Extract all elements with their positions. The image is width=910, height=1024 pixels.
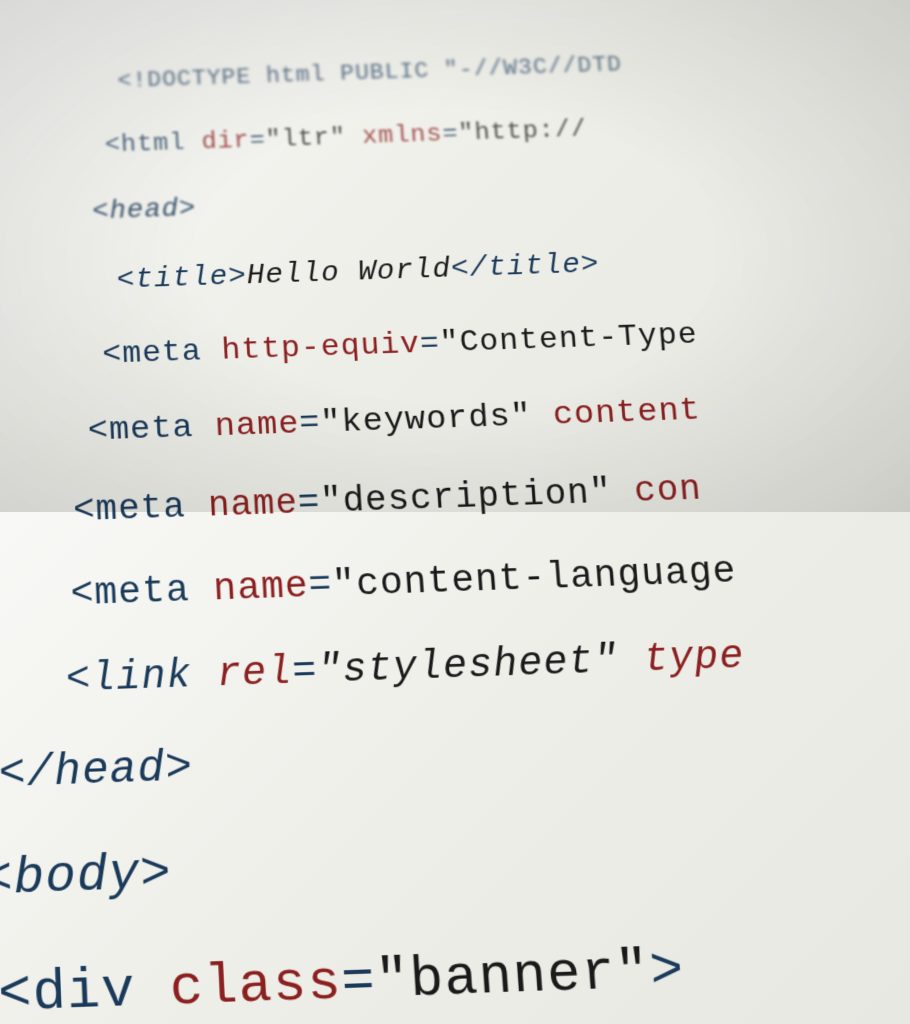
code-line-head-close: </head>: [0, 714, 910, 805]
code-photograph: <!DOCTYPE html PUBLIC "-//W3C//DTD <html…: [0, 0, 910, 1024]
code-line-link-stylesheet: <link rel="stylesheet" type: [65, 626, 910, 708]
code-line-div-banner: <div class="banner">: [0, 925, 910, 1024]
code-line-body-open: <body>: [0, 813, 910, 914]
code-line-doctype: <!DOCTYPE html PUBLIC "-//W3C//DTD: [117, 43, 860, 96]
code-line-meta-http-equiv: <meta http-equiv="Content-Type: [102, 309, 888, 375]
code-line-title: <title>Hello World</title>: [116, 238, 880, 301]
code-line-meta-description: <meta name="description" con: [72, 461, 903, 535]
code-line-html-tag: <html dir="ltr" xmlns="http://: [104, 105, 866, 162]
code-line-meta-keywords: <meta name="keywords" content: [87, 383, 895, 453]
code-line-meta-content-lang: <meta name="content-language: [70, 542, 910, 620]
code-line-head-open: <head>: [92, 170, 874, 230]
